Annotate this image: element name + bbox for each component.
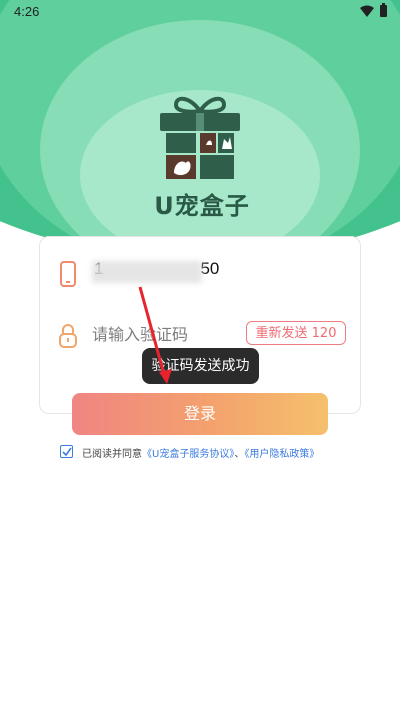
phone-icon <box>60 261 76 287</box>
agreement-row: 已阅读并同意《U宠盒子服务协议》、《用户隐私政策》 <box>60 444 380 460</box>
agreement-prefix: 已阅读并同意 <box>82 449 142 460</box>
agreement-checkbox[interactable] <box>60 445 73 458</box>
lock-icon <box>59 324 77 348</box>
toast-message: 验证码发送成功 <box>142 348 259 384</box>
status-time: 4:26 <box>14 4 40 19</box>
phone-row[interactable]: 150 <box>40 247 362 297</box>
agreement-separator: 、 <box>234 449 245 460</box>
status-bar: 4:26 <box>0 0 400 24</box>
login-button[interactable]: 登录 <box>72 393 328 435</box>
phone-number-redaction <box>92 261 202 283</box>
resend-code-button[interactable]: 重新发送 120 <box>246 321 346 345</box>
gift-box-logo-icon <box>160 96 240 179</box>
login-form-card: 150 重新发送 120 <box>39 236 361 414</box>
service-agreement-link[interactable]: 《U宠盒子服务协议》 <box>142 449 234 460</box>
brand-name: U宠盒子 <box>154 192 250 220</box>
agreement-text: 已阅读并同意《U宠盒子服务协议》、《用户隐私政策》 <box>82 445 319 460</box>
wifi-icon <box>360 5 374 17</box>
verification-code-input[interactable] <box>92 323 242 345</box>
battery-icon <box>380 3 387 17</box>
privacy-policy-link[interactable]: 《用户隐私政策》 <box>244 449 319 460</box>
checkmark-icon <box>62 447 72 457</box>
